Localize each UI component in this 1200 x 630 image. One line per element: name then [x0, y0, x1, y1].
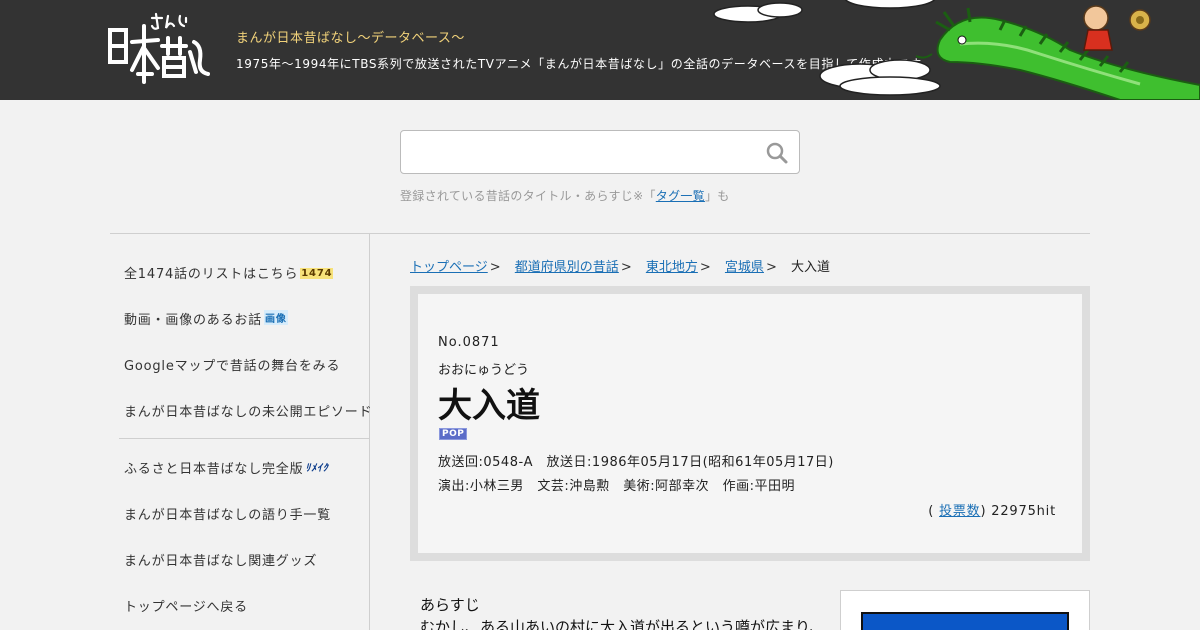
sidebar-item-narrators[interactable]: まんが日本昔ばなしの語り手一覧 — [124, 504, 331, 523]
broadcast-info: 放送回:0548-A 放送日:1986年05月17日(昭和61年05月17日) — [438, 455, 834, 470]
breadcrumb-current: 大入道 — [790, 260, 830, 275]
pop-badge: POP — [439, 428, 468, 440]
sidebar-divider — [119, 438, 370, 439]
episode-thumbnail[interactable] — [861, 612, 1069, 630]
episode-number: No.0871 — [438, 335, 500, 350]
synopsis-text: むかし、ある山あいの村に大入道が出るという噂が広まり、村人たちは夜になるとおびえ… — [420, 618, 812, 630]
search-box — [400, 130, 800, 174]
episode-title: 大入道 — [438, 386, 540, 426]
tag-list-link[interactable]: タグ一覧 — [656, 189, 705, 203]
sidebar-item-google-map[interactable]: Googleマップで昔話の舞台をみる — [124, 355, 340, 374]
sidebar-item-video-image[interactable]: 動画・画像のあるお話 画像 — [124, 309, 288, 328]
count-badge: 1474 — [300, 268, 334, 279]
remake-badge: ﾘﾒｲｸ — [305, 463, 329, 474]
boy-rider-icon — [1083, 5, 1151, 51]
breadcrumb-top[interactable]: トップページ — [410, 260, 488, 275]
search-icon[interactable] — [763, 139, 791, 167]
sidebar-item-top[interactable]: トップページへ戻る — [124, 596, 248, 615]
vote-link[interactable]: 投票数 — [939, 504, 980, 519]
sidebar-item-remake[interactable]: ふるさと日本昔ばなし完全版 ﾘﾒｲｸ — [124, 458, 329, 477]
staff-info: 演出:小林三男 文芸:沖島勲 美術:阿部幸次 作画:平田明 — [438, 479, 796, 494]
site-logo[interactable] — [106, 12, 216, 88]
cloud-illustration — [713, 0, 941, 96]
sidebar: 全1474話のリストはこちら 1474 動画・画像のあるお話 画像 Googleマッ… — [110, 234, 372, 630]
breadcrumb: トップページ > 都道府県別の昔話 > 東北地方 > 宮城県 > 大入道 — [410, 260, 830, 275]
site-header: まんが日本昔ばなし〜データベース〜 1975年〜1994年にTBS系列で放送され… — [0, 0, 1200, 100]
image-badge: 画像 — [264, 310, 288, 325]
synopsis-heading: あらすじ — [420, 596, 480, 614]
episode-reading: おおにゅうどう — [438, 363, 530, 378]
dragon-icon — [915, 7, 1200, 100]
sidebar-item-goods[interactable]: まんが日本昔ばなし関連グッズ — [124, 550, 317, 569]
site-tagline: まんが日本昔ばなし〜データベース〜 — [236, 31, 465, 46]
breadcrumb-region[interactable]: 東北地方 — [646, 260, 698, 275]
dragon-illustration — [713, 0, 1200, 100]
episode-card: No.0871 おおにゅうどう 大入道 POP 放送回:0548-A 放送日:1… — [410, 286, 1090, 561]
hit-count: ( 投票数) 22975hit — [928, 504, 1056, 519]
search-input[interactable] — [401, 131, 761, 173]
sidebar-item-unreleased[interactable]: まんが日本昔ばなしの未公開エピソード — [124, 401, 372, 420]
episode-card-inner: No.0871 おおにゅうどう 大入道 POP 放送回:0548-A 放送日:1… — [418, 294, 1082, 553]
breadcrumb-prefecture[interactable]: 都道府県別の昔話 — [515, 260, 619, 275]
sidebar-item-all-episodes[interactable]: 全1474話のリストはこちら 1474 — [124, 263, 334, 282]
thumbnail-frame — [840, 590, 1090, 630]
search-note: 登録されている昔話のタイトル・あらすじ※「タグ一覧」も — [400, 189, 730, 203]
breadcrumb-pref[interactable]: 宮城県 — [725, 260, 764, 275]
